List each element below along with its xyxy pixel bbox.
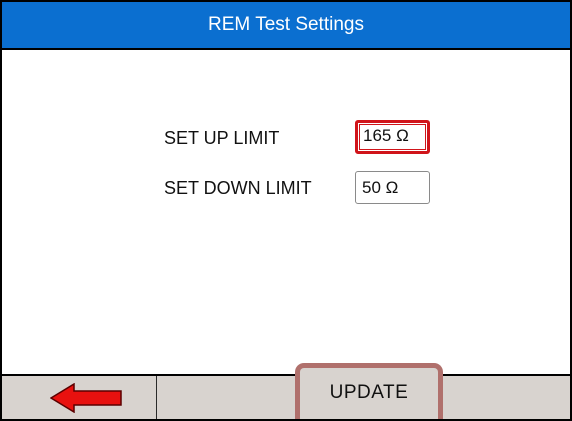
- update-button-label: UPDATE: [329, 382, 409, 403]
- update-button[interactable]: UPDATE: [295, 363, 443, 419]
- down-limit-label: SET DOWN LIMIT: [164, 178, 312, 198]
- down-limit-value-field[interactable]: 50 Ω: [355, 171, 430, 204]
- back-button[interactable]: [2, 376, 157, 419]
- left-arrow-icon: [50, 383, 122, 413]
- up-limit-label: SET UP LIMIT: [164, 128, 280, 148]
- bottom-button-bar: UPDATE: [2, 363, 570, 419]
- page-title: REM Test Settings: [208, 14, 364, 35]
- title-bar: REM Test Settings: [2, 0, 570, 50]
- up-limit-value-field[interactable]: 165 Ω: [355, 120, 430, 154]
- rem-test-settings-screen: REM Test Settings SET UP LIMIT 165 Ω SET…: [0, 0, 572, 421]
